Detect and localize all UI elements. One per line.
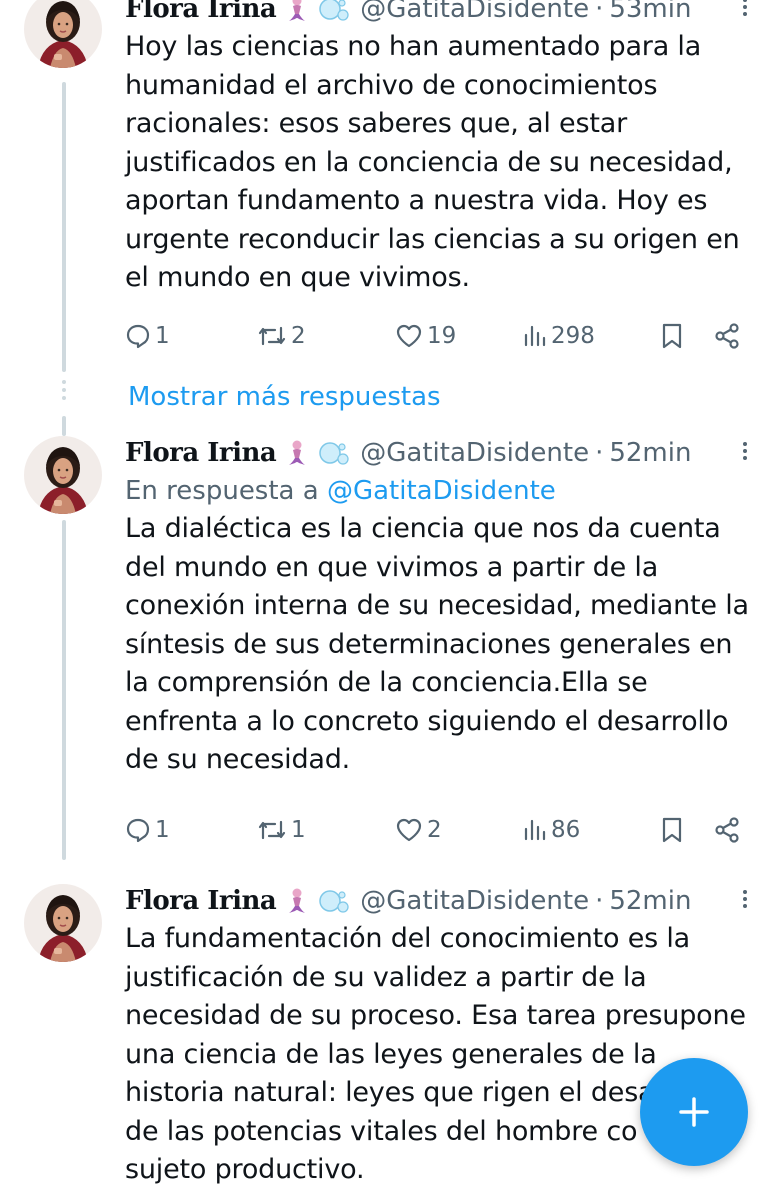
- more-icon[interactable]: [743, 442, 747, 460]
- author-handle[interactable]: @GatitaDisidente: [360, 438, 589, 468]
- timestamp[interactable]: 52min: [609, 438, 691, 468]
- share-button[interactable]: [713, 316, 741, 356]
- heart-icon: [396, 324, 422, 348]
- retweet-count: 2: [291, 323, 306, 349]
- bookmark-icon: [662, 817, 682, 843]
- share-icon: [715, 817, 739, 843]
- reply-mention-link[interactable]: @GatitaDisidente: [327, 476, 556, 506]
- share-icon: [715, 323, 739, 349]
- author-name[interactable]: Flora Irina: [125, 0, 277, 24]
- bubbles-emoji-icon: [318, 0, 350, 23]
- timestamp[interactable]: 53min: [609, 0, 691, 24]
- bookmark-button[interactable]: [660, 810, 684, 850]
- views-icon: [524, 325, 546, 347]
- share-button[interactable]: [713, 810, 741, 850]
- tweet: Flora Irina @GatitaDisidente · 52min En …: [125, 434, 761, 780]
- timestamp[interactable]: 52min: [609, 886, 691, 916]
- retweet-icon: [258, 326, 286, 346]
- thread-more-dots: [61, 380, 67, 400]
- mermaid-emoji-icon: [284, 0, 310, 23]
- reply-button[interactable]: 1: [125, 316, 170, 356]
- mermaid-emoji-icon: [284, 887, 310, 915]
- tweet-header: Flora Irina @GatitaDisidente · 52min: [125, 882, 761, 920]
- avatar[interactable]: [24, 436, 102, 514]
- tweet-actions: 1 2 19 298: [125, 316, 755, 356]
- like-count: 2: [427, 817, 442, 843]
- bookmark-icon: [662, 323, 682, 349]
- like-count: 19: [427, 323, 457, 349]
- bubbles-emoji-icon: [318, 439, 350, 467]
- compose-button[interactable]: [640, 1058, 748, 1166]
- view-count: 298: [551, 323, 595, 349]
- author-name[interactable]: Flora Irina: [125, 886, 277, 916]
- reply-count: 1: [155, 817, 170, 843]
- reply-icon: [126, 818, 150, 843]
- retweet-button[interactable]: 2: [257, 316, 306, 356]
- views-icon: [524, 819, 546, 841]
- reply-count: 1: [155, 323, 170, 349]
- like-button[interactable]: 2: [395, 810, 442, 850]
- retweet-icon: [258, 820, 286, 840]
- reply-button[interactable]: 1: [125, 810, 170, 850]
- views-button[interactable]: 298: [523, 316, 595, 356]
- more-icon[interactable]: [743, 890, 747, 908]
- avatar[interactable]: [24, 884, 102, 962]
- author-handle[interactable]: @GatitaDisidente: [360, 886, 589, 916]
- tweet: Flora Irina @GatitaDisidente · 53min Hoy…: [125, 0, 761, 298]
- separator-dot: ·: [595, 886, 604, 916]
- mermaid-emoji-icon: [284, 439, 310, 467]
- more-icon[interactable]: [743, 0, 747, 16]
- reply-context: En respuesta a @GatitaDisidente: [125, 472, 761, 510]
- thread-line: [62, 82, 66, 372]
- retweet-button[interactable]: 1: [257, 810, 306, 850]
- heart-icon: [396, 818, 422, 842]
- separator-dot: ·: [595, 438, 604, 468]
- tweet-actions: 1 1 2 86: [125, 810, 755, 850]
- view-count: 86: [551, 817, 581, 843]
- thread-line: [62, 520, 66, 860]
- tweet-header: Flora Irina @GatitaDisidente · 53min: [125, 0, 761, 28]
- author-handle[interactable]: @GatitaDisidente: [360, 0, 589, 24]
- plus-icon: [679, 1097, 709, 1127]
- views-button[interactable]: 86: [523, 810, 580, 850]
- tweet-header: Flora Irina @GatitaDisidente · 52min: [125, 434, 761, 472]
- retweet-count: 1: [291, 817, 306, 843]
- thread-line: [62, 416, 66, 436]
- reply-prefix: En respuesta a: [125, 476, 327, 506]
- author-name[interactable]: Flora Irina: [125, 438, 277, 468]
- reply-icon: [126, 324, 150, 349]
- show-more-replies-link[interactable]: Mostrar más respuestas: [128, 378, 441, 416]
- tweet-text: La dialéctica es la ciencia que nos da c…: [125, 513, 749, 775]
- avatar[interactable]: [24, 0, 102, 68]
- bubbles-emoji-icon: [318, 887, 350, 915]
- separator-dot: ·: [595, 0, 604, 24]
- tweet-text: Hoy las ciencias no han aumentado para l…: [125, 31, 740, 293]
- bookmark-button[interactable]: [660, 316, 684, 356]
- like-button[interactable]: 19: [395, 316, 456, 356]
